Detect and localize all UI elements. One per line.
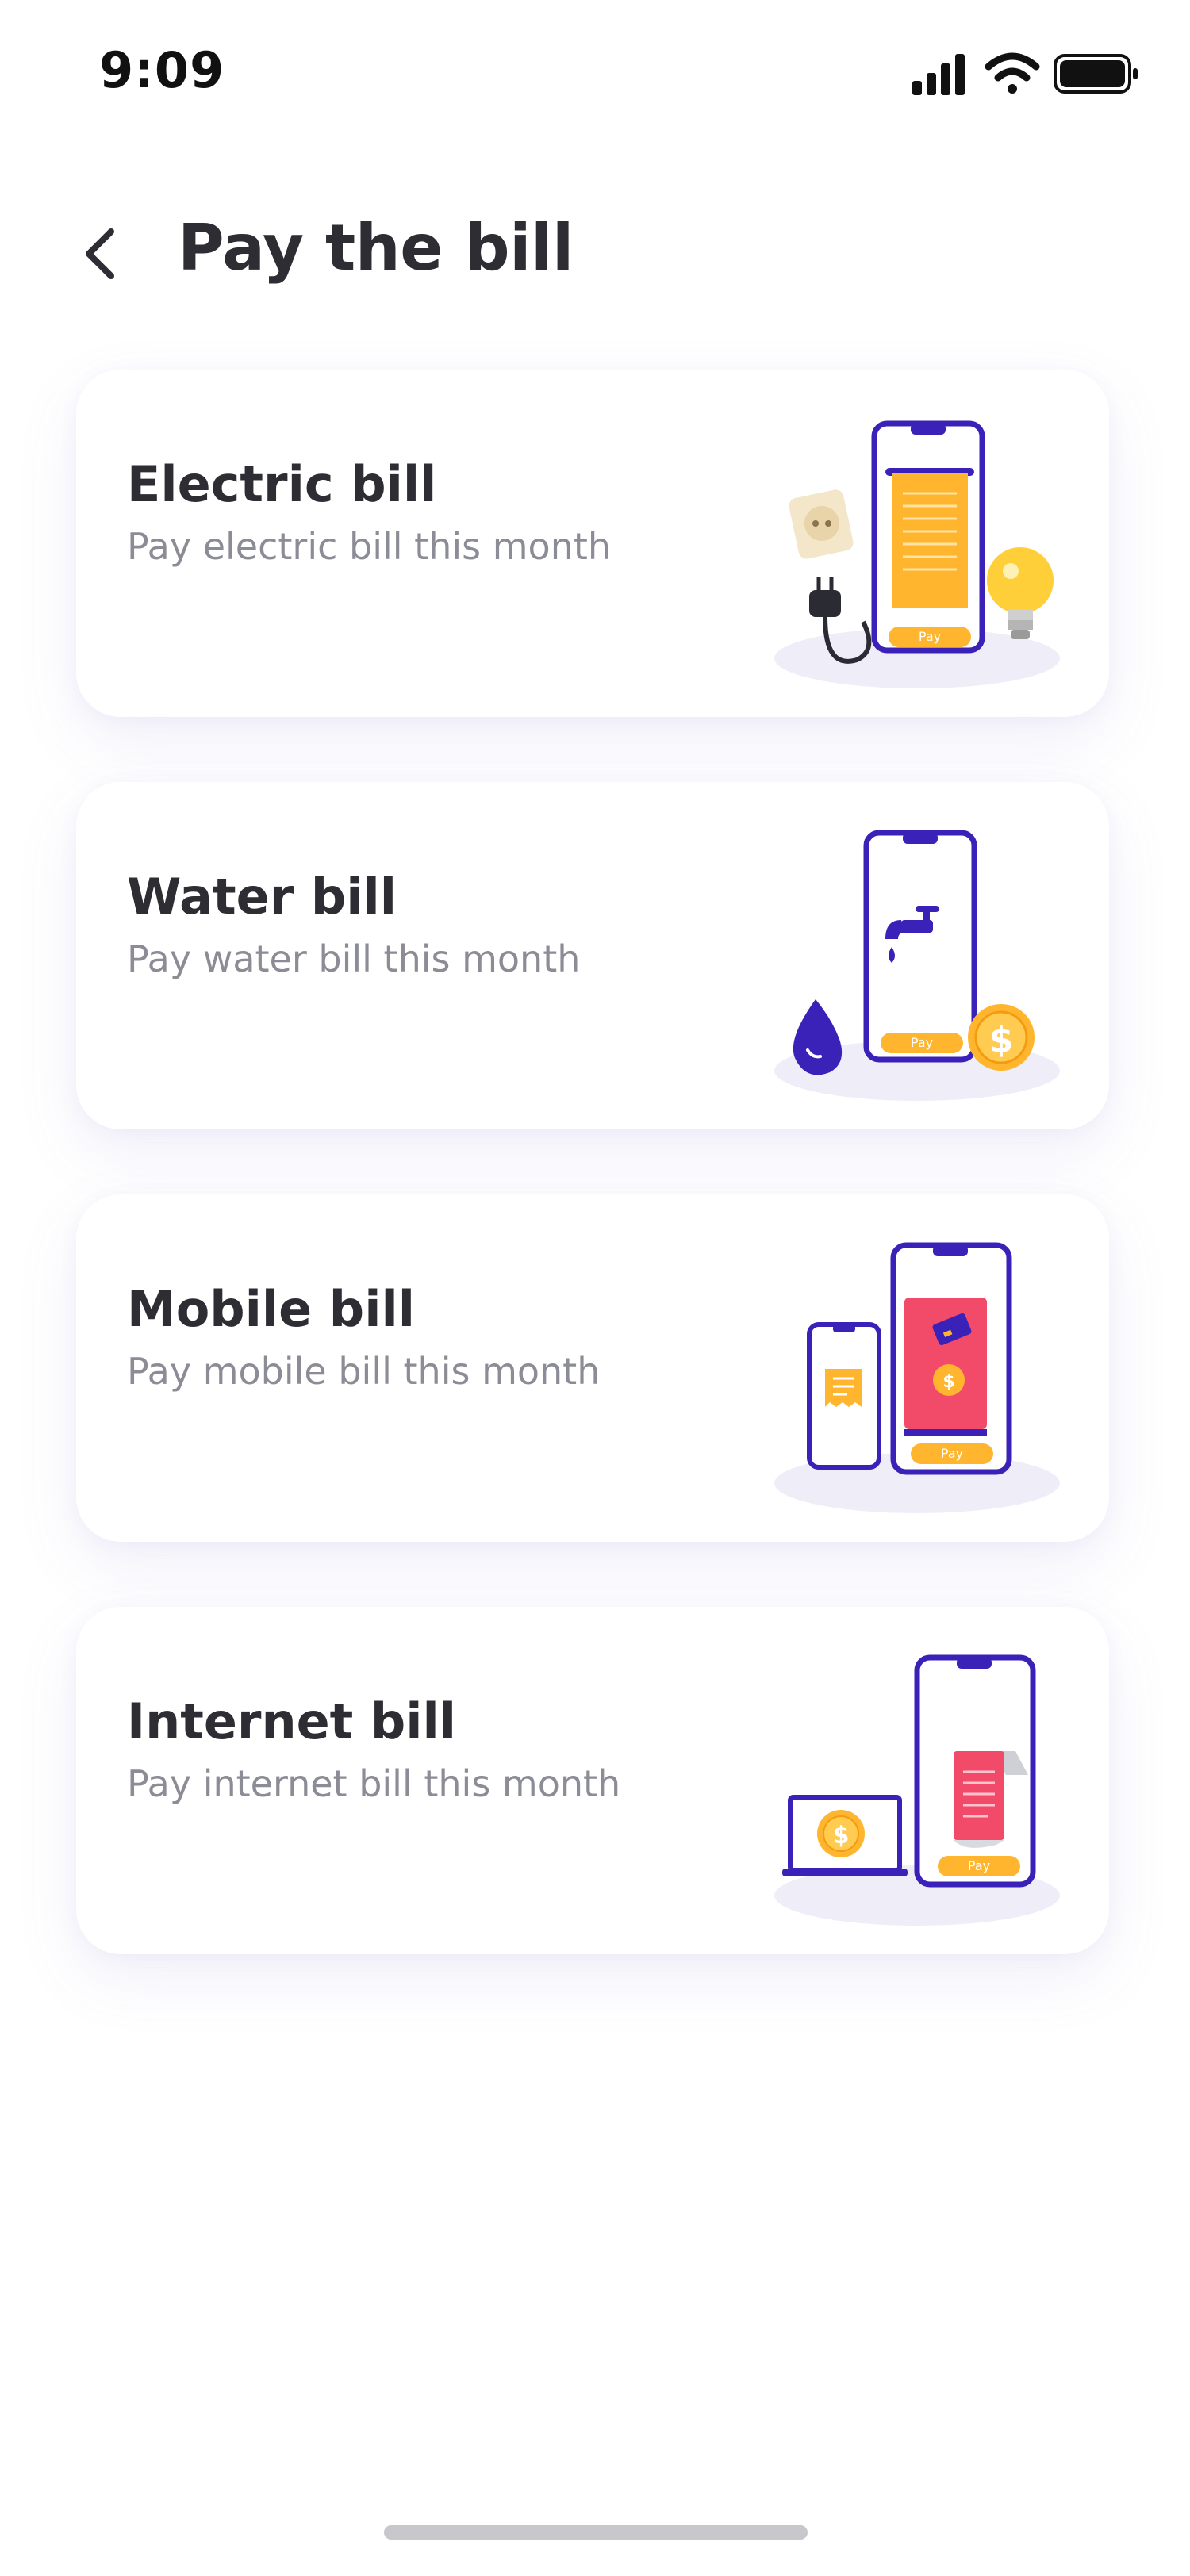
phone-icon: $ Pay bbox=[890, 1242, 1012, 1475]
bill-card-title: Internet bill bbox=[127, 1692, 457, 1750]
header: Pay the bill bbox=[0, 198, 1190, 301]
svg-text:$: $ bbox=[942, 1372, 954, 1392]
bill-card-subtitle: Pay electric bill this month bbox=[127, 525, 612, 568]
mobile-bill-illustration: $ Pay bbox=[758, 1232, 1076, 1518]
back-button[interactable] bbox=[63, 214, 143, 293]
laptop-icon: $ bbox=[782, 1795, 908, 1876]
bill-card-water[interactable]: Water bill Pay water bill this month Pay… bbox=[76, 782, 1109, 1129]
phone-icon: Pay bbox=[863, 830, 977, 1063]
pay-label: Pay bbox=[919, 629, 941, 644]
bill-card-internet[interactable]: Internet bill Pay internet bill this mon… bbox=[76, 1607, 1109, 1954]
chevron-left-icon bbox=[86, 228, 114, 279]
bill-card-title: Mobile bill bbox=[127, 1280, 415, 1338]
electric-bill-illustration: Pay bbox=[758, 408, 1076, 693]
bill-card-subtitle: Pay water bill this month bbox=[127, 937, 581, 980]
bill-list: Electric bill Pay electric bill this mon… bbox=[76, 370, 1109, 2019]
power-outlet-icon bbox=[789, 489, 854, 559]
light-bulb-icon bbox=[987, 547, 1054, 639]
dollar-coin-icon: $ bbox=[933, 1364, 965, 1396]
pay-label: Pay bbox=[941, 1446, 963, 1461]
water-bill-illustration: Pay $ bbox=[758, 820, 1076, 1106]
battery-icon bbox=[1054, 54, 1138, 94]
bill-card-title: Electric bill bbox=[127, 455, 437, 513]
status-bar: 9:09 bbox=[0, 0, 1190, 143]
bill-card-subtitle: Pay mobile bill this month bbox=[127, 1350, 601, 1393]
status-time: 9:09 bbox=[99, 41, 225, 99]
bill-card-electric[interactable]: Electric bill Pay electric bill this mon… bbox=[76, 370, 1109, 717]
dollar-coin-icon: $ bbox=[817, 1810, 865, 1857]
bill-card-mobile[interactable]: Mobile bill Pay mobile bill this month $… bbox=[76, 1194, 1109, 1542]
phone-icon: Pay bbox=[871, 420, 985, 654]
pay-label: Pay bbox=[911, 1035, 933, 1050]
signal-icon bbox=[912, 54, 965, 95]
status-icons bbox=[912, 46, 1142, 102]
pay-label: Pay bbox=[968, 1858, 990, 1873]
svg-text:$: $ bbox=[989, 1020, 1014, 1060]
home-indicator[interactable] bbox=[384, 2525, 808, 2540]
dollar-coin-icon: $ bbox=[968, 1004, 1035, 1071]
svg-text:$: $ bbox=[833, 1822, 850, 1850]
water-drop-icon bbox=[793, 999, 843, 1075]
bill-card-subtitle: Pay internet bill this month bbox=[127, 1762, 621, 1805]
internet-bill-illustration: $ Pay bbox=[758, 1645, 1076, 1930]
bill-card-title: Water bill bbox=[127, 868, 397, 926]
phone-icon: Pay bbox=[914, 1654, 1036, 1888]
wifi-icon bbox=[985, 52, 1040, 94]
page-title: Pay the bill bbox=[178, 211, 574, 285]
small-phone-icon bbox=[807, 1322, 881, 1470]
